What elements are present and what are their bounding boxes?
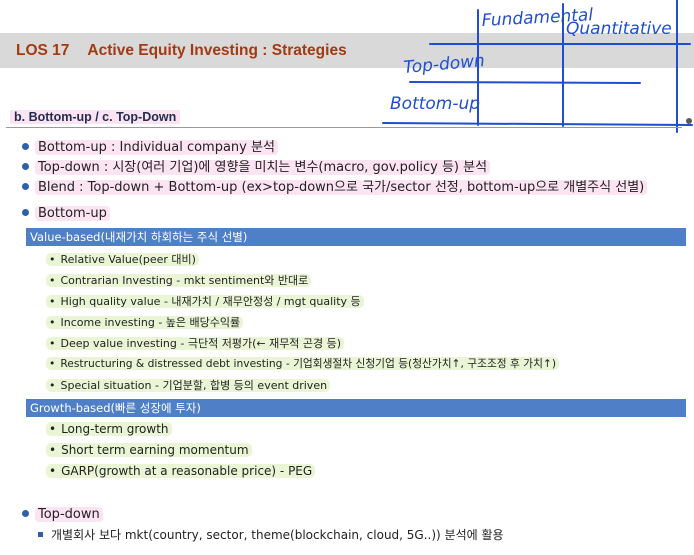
quantitative-handwriting: Quantitative (566, 19, 672, 39)
bullet-icon: • (49, 274, 56, 287)
list-item: 개별회사 보다 mkt(country, sector, theme(block… (38, 526, 504, 543)
top-down-heading: Top-down (35, 507, 103, 522)
list-item: • Deep value investing - 극단적 저평가(← 재무적 곤경… (46, 335, 345, 351)
list-item: • Income investing - 높은 배당수익률 (46, 314, 244, 330)
list-item: • Special situation - 기업분할, 합병 등의 event d… (46, 377, 331, 393)
list-item: • Contrarian Investing - mkt sentiment와 반… (46, 272, 312, 288)
bullet-icon (22, 209, 29, 216)
bullet-icon: • (49, 253, 56, 266)
list-item: Bottom-up (22, 206, 110, 221)
list-item: • Long-term growth (46, 422, 172, 436)
list-item: • Restructuring & distressed debt investi… (46, 356, 560, 371)
bullet-icon: • (49, 337, 56, 350)
top-down-handwriting: Top-down (403, 51, 486, 78)
square-bullet-icon (38, 532, 43, 537)
bullet-icon (22, 510, 29, 517)
bullet-icon: • (49, 316, 56, 329)
bullet-icon: • (49, 443, 57, 457)
list-item: Blend : Top-down + Bottom-up (ex>top-dow… (22, 176, 648, 195)
bullet-icon: • (49, 464, 57, 478)
bottom-up-heading: Bottom-up (35, 206, 110, 221)
bullet-icon: • (49, 422, 57, 436)
ink-line (382, 122, 693, 126)
list-item: • Relative Value(peer 대비) (46, 251, 199, 267)
list-item: • High quality value - 내재가치 / 재무안정성 / mgt… (46, 293, 364, 309)
margin-dot (686, 118, 692, 124)
list-item: • Short term earning momentum (46, 443, 252, 457)
section-label: b. Bottom-up / c. Top-Down (10, 110, 181, 124)
bullet-icon: • (49, 357, 56, 370)
bullet-icon: • (49, 295, 56, 308)
bottom-up-handwriting: Bottom-up (390, 94, 480, 114)
list-item: Top-down (22, 507, 103, 522)
growth-based-header: Growth-based(빠른 성장에 투자) (26, 399, 686, 417)
value-based-header: Value-based(내재가치 하회하는 주식 선별) (26, 228, 686, 246)
ink-line (409, 81, 641, 84)
bullet-icon (22, 183, 29, 190)
divider (6, 127, 682, 128)
bullet-icon (22, 163, 29, 170)
list-item: Top-down : 시장(여러 기업)에 영향을 미치는 변수(macro, … (22, 156, 491, 175)
list-item: • GARP(growth at a reasonable price) - PE… (46, 464, 316, 478)
bullet-icon: • (49, 379, 56, 392)
bullet-icon (22, 143, 29, 150)
list-item: Bottom-up : Individual company 분석 (22, 136, 278, 155)
